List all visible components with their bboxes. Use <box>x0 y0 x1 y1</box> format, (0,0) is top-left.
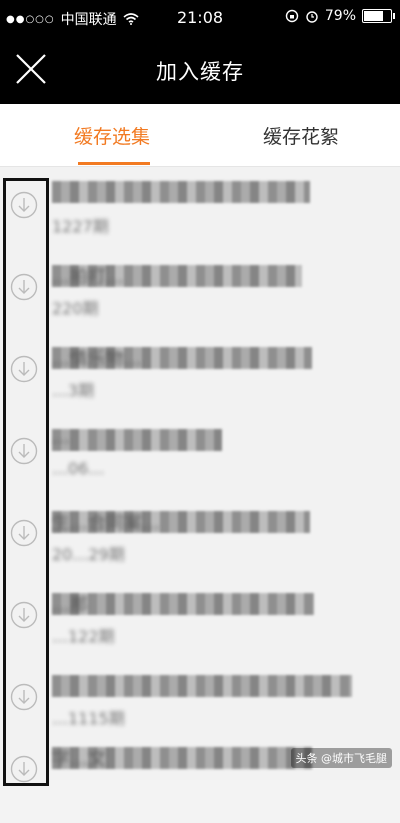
rotation-lock-icon <box>285 9 299 23</box>
download-icon[interactable] <box>10 355 38 383</box>
status-right: 79% <box>285 8 395 24</box>
episode-list: 1227期 …拍打… 220期 …情乐物… …3期 … …06… 生…合同案… … <box>0 167 400 783</box>
episode-number: 20…29期 <box>52 545 125 564</box>
episode-number: …3期 <box>52 381 95 400</box>
episode-number: 1227期 <box>52 217 109 236</box>
download-icon[interactable] <box>10 755 38 783</box>
list-item[interactable]: …拍打… 220期 <box>0 249 400 331</box>
status-bar: ●●○○○ 中国联通 21:08 79% <box>0 0 400 36</box>
watermark: 头条 @城市飞毛腿 <box>290 748 392 768</box>
episode-title: 生…合同案… <box>52 513 160 534</box>
download-icon[interactable] <box>10 437 38 465</box>
list-item[interactable]: …1115期 <box>0 659 400 741</box>
episode-title: …情乐物… <box>52 349 142 370</box>
episode-number: …06… <box>52 459 105 478</box>
nav-bar: 加入缓存 <box>0 36 400 104</box>
list-item[interactable]: 生…合同案… 20…29期 <box>0 495 400 577</box>
episode-title <box>52 673 310 701</box>
tab-bar: 缓存选集 缓存花絮 <box>0 104 400 167</box>
episode-title: …那 <box>52 595 88 616</box>
download-icon[interactable] <box>10 519 38 547</box>
episode-title: … <box>52 427 70 448</box>
list-item[interactable]: …情乐物… …3期 <box>0 331 400 413</box>
battery-percent: 79% <box>324 8 356 24</box>
tab-extras[interactable]: 缓存花絮 <box>263 122 339 149</box>
tab-episodes[interactable]: 缓存选集 <box>74 122 150 149</box>
episode-number: …1115期 <box>52 709 125 728</box>
episode-title <box>52 181 310 209</box>
episode-title: 字…文 <box>52 749 106 770</box>
list-item[interactable]: … …06… <box>0 413 400 495</box>
episode-title: …拍打… <box>52 267 124 288</box>
active-tab-indicator <box>78 162 150 165</box>
list-item[interactable]: …那 …122期 <box>0 577 400 659</box>
download-icon[interactable] <box>10 601 38 629</box>
battery-icon <box>362 9 395 23</box>
download-icon[interactable] <box>10 683 38 711</box>
page-title: 加入缓存 <box>156 60 244 84</box>
episode-number: …122期 <box>52 627 115 646</box>
download-icon[interactable] <box>10 273 38 301</box>
battery-fill <box>364 11 383 21</box>
episode-number: 220期 <box>52 299 99 318</box>
alarm-icon <box>306 11 318 23</box>
list-item[interactable]: 1227期 <box>0 167 400 249</box>
download-icon[interactable] <box>10 191 38 219</box>
